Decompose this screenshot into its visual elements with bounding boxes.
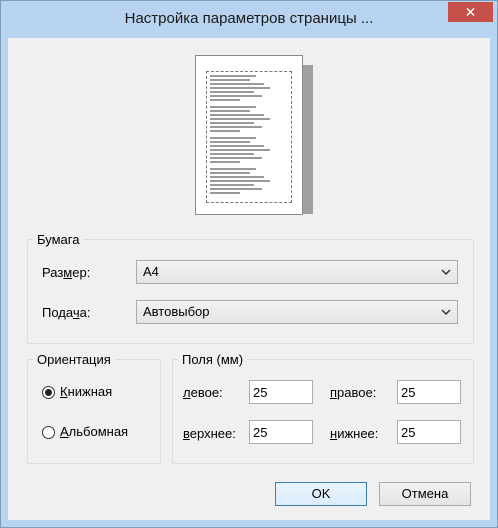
preview-text-line: [210, 118, 270, 120]
margin-right-label: правое:: [330, 385, 377, 400]
preview-text-line: [210, 153, 254, 155]
margin-bottom-input[interactable]: [397, 420, 461, 444]
preview-text-line: [210, 79, 250, 81]
page-setup-dialog: Настройка параметров страницы ... ✕ Бума…: [0, 0, 498, 528]
margin-top-input[interactable]: [249, 420, 313, 444]
preview-text-line: [210, 87, 270, 89]
landscape-label[interactable]: Альбомная: [60, 424, 128, 439]
source-label: Подача:: [42, 305, 91, 320]
margins-legend: Поля (мм): [182, 352, 244, 367]
cancel-button[interactable]: Отмена: [379, 482, 471, 506]
preview-text-line: [210, 130, 240, 132]
preview-text-line: [210, 188, 262, 190]
chevron-down-icon: [441, 309, 451, 316]
paper-size-select[interactable]: A4: [136, 260, 458, 284]
chevron-down-icon: [441, 269, 451, 276]
paper-source-value: Автовыбор: [143, 304, 210, 319]
orientation-legend: Ориентация: [37, 352, 111, 367]
preview-text-line: [210, 172, 250, 174]
preview-text-line: [210, 168, 256, 170]
margin-top-label: верхнее:: [183, 426, 236, 441]
preview-text-line: [210, 122, 254, 124]
margin-bottom-label: нижнее:: [330, 426, 379, 441]
landscape-radio[interactable]: [42, 426, 55, 439]
preview-text-line: [210, 75, 256, 77]
preview-text-line: [210, 149, 270, 151]
preview-text-line: [210, 141, 250, 143]
preview-text-line: [210, 192, 240, 194]
orientation-group: Ориентация: [27, 352, 161, 464]
ok-button[interactable]: OK: [275, 482, 367, 506]
margin-left-input[interactable]: [249, 380, 313, 404]
portrait-radio[interactable]: [42, 386, 55, 399]
paper-size-value: A4: [143, 264, 159, 279]
preview-text-line: [210, 137, 256, 139]
preview-text-line: [210, 95, 262, 97]
preview-text-line: [210, 83, 264, 85]
preview-text-line: [210, 176, 264, 178]
size-label: Размер:: [42, 265, 91, 280]
paper-legend: Бумага: [37, 232, 80, 247]
paper-source-select[interactable]: Автовыбор: [136, 300, 458, 324]
titlebar[interactable]: Настройка параметров страницы ... ✕: [1, 1, 497, 37]
preview-text-line: [210, 161, 240, 163]
dialog-body: Бумага Размер: A4 Подача: Автовыбор Орие…: [8, 38, 490, 520]
page-preview: [195, 55, 303, 215]
preview-text-line: [210, 114, 264, 116]
preview-margin-box: [206, 71, 292, 203]
preview-text-line: [210, 110, 250, 112]
preview-text-line: [210, 91, 254, 93]
close-button[interactable]: ✕: [448, 2, 493, 22]
window-title: Настройка параметров страницы ...: [124, 10, 374, 27]
preview-text-line: [210, 126, 262, 128]
close-icon: ✕: [464, 4, 477, 20]
preview-text-line: [210, 157, 262, 159]
preview-text-line: [210, 99, 240, 101]
preview-text-line: [210, 145, 264, 147]
preview-text-line: [210, 180, 270, 182]
margin-left-label: левое:: [183, 385, 223, 400]
paper-group: Бумага: [27, 232, 474, 344]
margin-right-input[interactable]: [397, 380, 461, 404]
preview-text-line: [210, 106, 256, 108]
portrait-label[interactable]: Книжная: [60, 384, 112, 399]
margins-group: Поля (мм): [172, 352, 474, 464]
preview-text-line: [210, 184, 254, 186]
